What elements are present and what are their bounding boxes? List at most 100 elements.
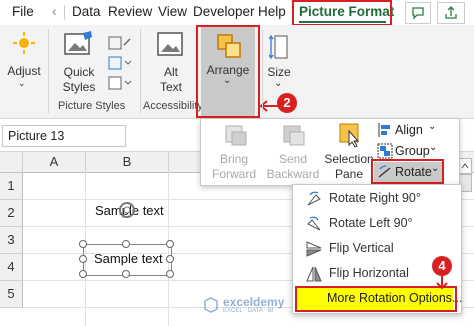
chevron-up-icon bbox=[461, 163, 469, 169]
ribbon: Adjust ⌄ Quick Styles Picture Styles Alt… bbox=[0, 25, 474, 119]
row-header-2[interactable]: 2 bbox=[0, 200, 23, 227]
chevron-down-icon: ⌄ bbox=[429, 142, 438, 153]
chevron-down-icon: ⌄ bbox=[18, 78, 26, 88]
select-all-corner[interactable] bbox=[0, 152, 23, 173]
rotate-right-icon bbox=[307, 191, 321, 206]
resize-handle[interactable] bbox=[79, 255, 87, 263]
resize-handle[interactable] bbox=[166, 270, 174, 278]
exceldemy-logo-icon bbox=[204, 297, 218, 313]
resize-handle[interactable] bbox=[79, 270, 87, 278]
quick-styles-label-1: Quick bbox=[63, 65, 95, 79]
scroll-up-button[interactable] bbox=[458, 158, 472, 174]
share-button[interactable] bbox=[437, 2, 465, 24]
bring-forward-label-1: Bring bbox=[219, 152, 248, 166]
bring-forward-button[interactable]: Bring Forward bbox=[205, 121, 263, 181]
align-icon bbox=[378, 123, 390, 137]
quick-styles-button[interactable]: Quick Styles bbox=[55, 28, 103, 98]
quick-styles-label-2: Styles bbox=[62, 80, 96, 94]
resize-handle[interactable] bbox=[122, 240, 130, 248]
menu-developer[interactable]: Developer bbox=[193, 4, 255, 19]
selection-pane-label-1: Selection bbox=[324, 152, 374, 166]
menu-file[interactable]: File bbox=[12, 4, 34, 19]
menu-item-label: Rotate Right 90° bbox=[329, 191, 421, 205]
callout-box-2 bbox=[196, 25, 260, 118]
group-label: Group bbox=[395, 144, 430, 158]
adjust-label: Adjust bbox=[7, 64, 41, 78]
picture-style-tools-icon[interactable] bbox=[106, 35, 136, 95]
ribbon-divider bbox=[140, 29, 141, 113]
size-label: Size bbox=[267, 65, 291, 79]
selection-pane-button[interactable]: Selection Pane bbox=[323, 121, 375, 181]
alt-text-icon bbox=[157, 32, 183, 56]
callout-badge-4: 4 bbox=[432, 256, 452, 276]
comments-button[interactable] bbox=[405, 2, 431, 24]
sun-icon bbox=[13, 32, 35, 54]
callout-box-3 bbox=[371, 159, 444, 184]
send-backward-button[interactable]: Send Backward bbox=[263, 121, 323, 181]
watermark-tagline: EXCEL · DATA · BI bbox=[223, 308, 274, 314]
menu-divider bbox=[64, 5, 65, 20]
resize-handle[interactable] bbox=[79, 240, 87, 248]
menu-bar: File ‹ Data Review View Developer Help P… bbox=[0, 0, 474, 54]
chevron-down-icon: ⌄ bbox=[274, 78, 283, 89]
flip-horizontal-icon bbox=[306, 266, 322, 282]
send-backward-label-2: Backward bbox=[266, 167, 320, 181]
callout-badge-2: 2 bbox=[277, 93, 297, 113]
alt-text-label-2: Text bbox=[159, 80, 182, 94]
align-button[interactable]: Align ⌄ bbox=[375, 120, 441, 140]
size-icon bbox=[269, 34, 288, 60]
menu-view[interactable]: View bbox=[158, 4, 187, 19]
rotation-handle-icon[interactable] bbox=[117, 200, 137, 220]
row-header-4[interactable]: 4 bbox=[0, 254, 23, 281]
resize-handle[interactable] bbox=[166, 240, 174, 248]
menu-item-label: Rotate Left 90° bbox=[329, 216, 413, 230]
chevron-down-icon: ⌄ bbox=[428, 121, 437, 132]
menu-help[interactable]: Help bbox=[258, 4, 286, 19]
selection-pane-icon bbox=[339, 123, 360, 148]
group-label-accessibility: Accessibility bbox=[143, 100, 203, 112]
group-button[interactable]: Group ⌄ bbox=[375, 141, 441, 161]
callout-arrow-4 bbox=[436, 275, 448, 290]
menu-review[interactable]: Review bbox=[108, 4, 152, 19]
rotate-left-icon bbox=[307, 216, 321, 231]
alt-text-label-1: Alt bbox=[163, 65, 178, 79]
size-button[interactable]: Size ⌄ bbox=[264, 28, 294, 89]
picture-text: Sample text bbox=[94, 251, 163, 266]
group-icon bbox=[377, 143, 393, 159]
row-header-5[interactable]: 5 bbox=[0, 281, 23, 308]
name-box-value: Picture 13 bbox=[8, 129, 65, 143]
quick-styles-icon bbox=[64, 31, 92, 55]
menu-item-rotate-right[interactable]: Rotate Right 90° bbox=[295, 188, 459, 210]
resize-handle[interactable] bbox=[166, 255, 174, 263]
ribbon-divider bbox=[48, 29, 49, 113]
column-header-b[interactable]: B bbox=[86, 152, 169, 173]
menu-item-label: Flip Horizontal bbox=[329, 266, 409, 280]
callout-box-1 bbox=[292, 0, 392, 26]
scroll-left-icon[interactable]: ‹ bbox=[52, 4, 57, 19]
bring-forward-icon bbox=[225, 125, 247, 146]
menu-item-rotate-left[interactable]: Rotate Left 90° bbox=[295, 213, 459, 235]
adjust-button[interactable]: Adjust ⌄ bbox=[4, 28, 44, 88]
group-label-picture-styles: Picture Styles bbox=[58, 100, 126, 112]
row-header-3[interactable]: 3 bbox=[0, 227, 23, 254]
send-backward-icon bbox=[283, 125, 305, 146]
selection-pane-label-2: Pane bbox=[334, 167, 364, 181]
share-icon bbox=[445, 6, 457, 19]
alt-text-button[interactable]: Alt Text bbox=[150, 28, 192, 98]
watermark: exceldemy EXCEL · DATA · BI bbox=[203, 294, 323, 318]
bring-forward-label-2: Forward bbox=[211, 167, 256, 181]
arrange-panel: Bring Forward Send Backward Selection Pa… bbox=[200, 118, 460, 186]
resize-handle[interactable] bbox=[122, 270, 130, 278]
menu-item-flip-vertical[interactable]: Flip Vertical bbox=[295, 238, 459, 260]
comment-icon bbox=[412, 7, 424, 20]
name-box[interactable]: Picture 13 bbox=[2, 125, 126, 147]
menu-data[interactable]: Data bbox=[72, 4, 101, 19]
column-header-a[interactable]: A bbox=[23, 152, 86, 173]
flip-vertical-icon bbox=[306, 241, 322, 257]
watermark-name: exceldemy bbox=[223, 295, 285, 309]
send-backward-label-1: Send bbox=[278, 152, 308, 166]
menu-item-label: Flip Vertical bbox=[329, 241, 394, 255]
ribbon-divider bbox=[262, 29, 263, 113]
row-header-1[interactable]: 1 bbox=[0, 173, 23, 200]
align-label: Align bbox=[395, 123, 423, 137]
